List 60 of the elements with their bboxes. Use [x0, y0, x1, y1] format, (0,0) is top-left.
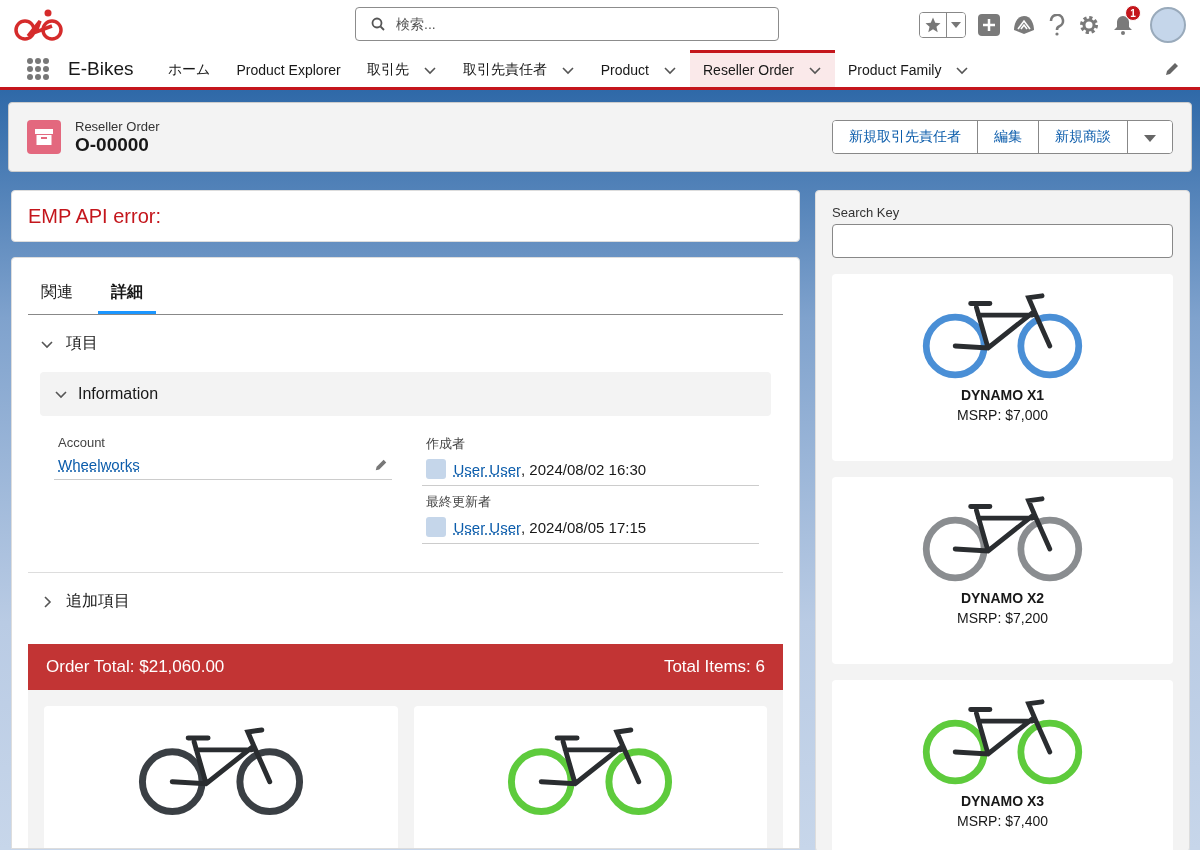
favorites-menu-button[interactable] [946, 13, 965, 37]
user-avatar[interactable] [1150, 7, 1186, 43]
add-button[interactable] [978, 14, 1000, 36]
nav-tab[interactable]: 取引先責任者 [449, 50, 588, 87]
user-link[interactable]: User User [453, 518, 521, 536]
record-type: Reseller Order [75, 118, 160, 134]
caret-icon [951, 22, 961, 28]
section-header[interactable]: 項目 [28, 315, 783, 372]
field-label: 最終更新者 [425, 493, 492, 511]
product-name: DYNAMO X3 [960, 792, 1045, 809]
app-name: E-Bikes [68, 57, 134, 80]
search-key-field[interactable] [832, 224, 1173, 258]
error-message: EMP API error: [28, 204, 161, 228]
detail-tab[interactable]: 関連 [28, 272, 86, 314]
grid-icon [26, 56, 50, 81]
more-actions-button[interactable] [1127, 121, 1172, 153]
date-text: , 2024/08/02 16:30 [521, 460, 647, 478]
field-label: 作成者 [425, 435, 466, 453]
help-icon[interactable] [1048, 14, 1066, 36]
nav-tab[interactable]: Reseller Order [690, 50, 836, 87]
product-card[interactable]: DYNAMO X3 MSRP: $7,400 [832, 680, 1173, 850]
nav-tab[interactable]: Product Explorer [223, 50, 354, 87]
product-name: DYNAMO X1 [960, 386, 1045, 403]
plus-icon [978, 14, 1000, 36]
nav-tab[interactable]: ホーム [155, 50, 224, 87]
user-avatar [425, 459, 446, 479]
field-label: Account [58, 435, 106, 450]
search-field[interactable]: 検索... [355, 7, 779, 41]
settings-icon[interactable] [1078, 14, 1100, 36]
total-items: Total Items: 6 [663, 657, 765, 677]
product-price: MSRP: $7,400 [956, 812, 1049, 829]
nav-tab[interactable]: Product [587, 50, 690, 87]
user-avatar [425, 517, 446, 537]
section-header[interactable]: 追加項目 [28, 572, 783, 630]
edit-field-button[interactable] [373, 457, 388, 472]
caret-icon [1144, 135, 1156, 142]
product-card[interactable]: DYNAMO X1 MSRP: $7,000 [832, 274, 1173, 461]
pencil-icon [373, 457, 388, 472]
field-label: Search Key [832, 205, 901, 220]
account-link[interactable]: Wheelworks [58, 456, 140, 473]
product-price: MSRP: $7,200 [956, 609, 1049, 626]
user-link[interactable]: User User [453, 460, 521, 478]
archive-icon [27, 120, 61, 154]
bike-logo-icon [14, 8, 64, 42]
product-price: MSRP: $7,000 [956, 406, 1049, 423]
star-icon [924, 16, 942, 34]
detail-tab[interactable]: 詳細 [98, 272, 156, 314]
notification-badge: 1 [1125, 5, 1141, 21]
product-name: DYNAMO X2 [960, 589, 1045, 606]
trailhead-button[interactable] [1012, 14, 1036, 36]
search-icon [371, 17, 385, 31]
order-total: Order Total: $21,060.00 [46, 657, 225, 677]
date-text: , 2024/08/05 17:15 [521, 518, 647, 536]
pencil-icon [1164, 60, 1180, 77]
mountain-icon [1012, 14, 1036, 36]
nav-tab[interactable]: 取引先 [353, 50, 450, 87]
record-name: O-00000 [75, 133, 150, 156]
product-card[interactable]: DYNAMO X2 MSRP: $7,200 [832, 477, 1173, 664]
section-header[interactable]: Information [40, 372, 771, 416]
nav-tab[interactable]: Product Family [835, 50, 983, 87]
